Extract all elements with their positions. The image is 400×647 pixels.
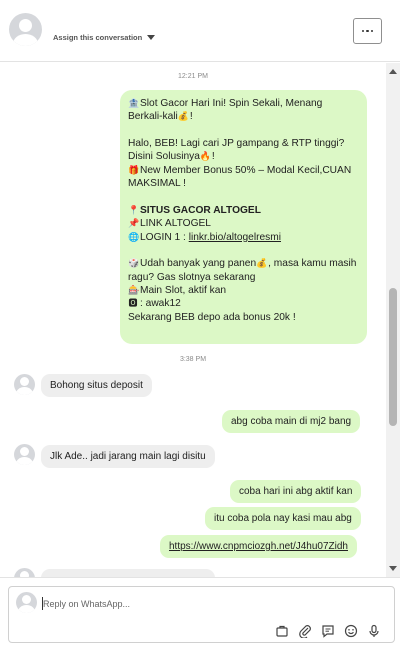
login-link[interactable]: linkr.bio/altogelresmi xyxy=(189,232,281,243)
more-icon xyxy=(361,29,365,33)
assign-label: Assign this conversation xyxy=(53,33,143,42)
slot-icon: 🎰 xyxy=(128,284,140,295)
composer-toolbar xyxy=(275,624,381,638)
microphone-icon[interactable] xyxy=(367,624,381,638)
message-list[interactable]: 12:21 PM 🏦Slot Gacor Hari Ini! Spin Seka… xyxy=(0,63,386,577)
contact-avatar-small xyxy=(14,568,35,577)
money-bag-icon: 💰 xyxy=(177,111,190,122)
contact-avatar xyxy=(9,13,42,46)
outgoing-message[interactable]: itu coba pola nay kasi mau abg xyxy=(205,507,361,530)
globe-icon: 🌐 xyxy=(128,231,140,242)
caret-down-icon xyxy=(147,35,156,40)
template-icon[interactable] xyxy=(275,624,289,638)
pushpin-icon: 📍 xyxy=(128,204,140,215)
incoming-message[interactable]: Bohong situs deposit xyxy=(41,374,152,397)
incoming-message[interactable]: Jlk Ade.. jadi jarang main lagi disitu xyxy=(41,445,215,468)
contact-avatar-small xyxy=(14,374,35,395)
agent-avatar xyxy=(16,592,37,613)
pin-icon: 📌 xyxy=(128,218,140,229)
assign-conversation-dropdown[interactable]: Assign this conversation xyxy=(53,33,156,42)
quick-reply-icon[interactable] xyxy=(321,624,335,638)
incoming-message-partial[interactable] xyxy=(41,569,215,577)
timestamp: 12:21 PM xyxy=(178,73,208,80)
timestamp: 3:38 PM xyxy=(179,356,207,363)
scroll-down-arrow[interactable] xyxy=(389,566,397,571)
outgoing-message[interactable]: coba hari ini abg aktif kan xyxy=(230,480,362,503)
money-bag-icon: 💰 xyxy=(256,258,268,269)
contact-avatar-small xyxy=(14,444,35,465)
scroll-thumb[interactable] xyxy=(389,288,397,426)
conversation-header: Assign this conversation xyxy=(0,0,400,62)
dice-icon: 🎲 xyxy=(128,258,140,269)
gift-icon: 🎁 xyxy=(128,164,140,175)
attachment-icon[interactable] xyxy=(298,624,312,638)
more-options-button[interactable] xyxy=(353,18,382,44)
emoji-icon[interactable] xyxy=(344,624,358,638)
reply-composer xyxy=(0,577,400,647)
scroll-up-arrow[interactable] xyxy=(389,69,397,74)
reply-input[interactable] xyxy=(43,595,373,613)
outgoing-message[interactable]: abg coba main di mj2 bang xyxy=(222,410,361,433)
reply-box[interactable] xyxy=(8,586,395,643)
code-icon: 🅾 xyxy=(128,298,138,309)
fire-icon: 🔥 xyxy=(199,151,212,162)
casino-icon: 🏦 xyxy=(128,98,140,108)
outgoing-link-message[interactable]: https://www.cnpmciozgh.net/J4hu07Zidh xyxy=(160,535,357,558)
outgoing-message-promo[interactable]: 🏦Slot Gacor Hari Ini! Spin Sekali, Menan… xyxy=(120,90,367,344)
chat-scrollbar[interactable] xyxy=(386,63,400,577)
